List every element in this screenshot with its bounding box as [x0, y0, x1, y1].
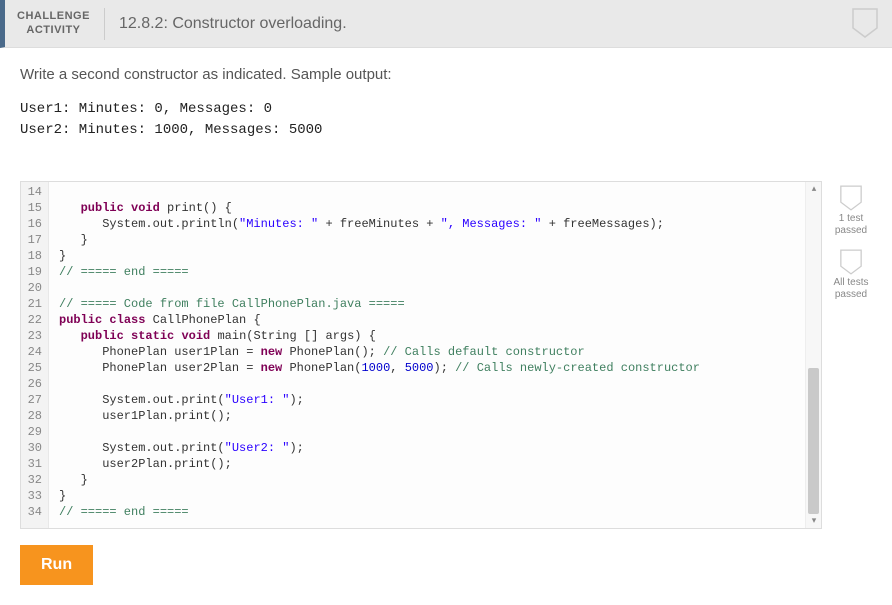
test-status-label: 1 test passed — [830, 213, 872, 237]
test-status-1: 1 test passed — [830, 185, 872, 237]
code-line[interactable]: // ===== end ===== — [59, 264, 821, 280]
code-line[interactable]: public void print() { — [59, 200, 821, 216]
challenge-label-line2: ACTIVITY — [26, 24, 80, 37]
challenge-label-line1: CHALLENGE — [17, 10, 90, 23]
scroll-thumb[interactable] — [808, 368, 819, 514]
code-line[interactable]: user1Plan.print(); — [59, 408, 821, 424]
test-status-column: 1 test passed All tests passed — [822, 181, 872, 309]
code-editor[interactable]: 1415161718192021222324252627282930313233… — [20, 181, 822, 529]
challenge-title: 12.8.2: Constructor overloading. — [105, 15, 347, 33]
test-status-label: All tests passed — [830, 277, 872, 301]
code-line[interactable] — [59, 376, 821, 392]
completion-badge — [852, 8, 878, 41]
shield-icon — [840, 249, 862, 275]
code-line[interactable]: } — [59, 472, 821, 488]
challenge-label: CHALLENGE ACTIVITY — [5, 8, 105, 40]
code-line[interactable]: // ===== Code from file CallPhonePlan.ja… — [59, 296, 821, 312]
line-gutter: 1415161718192021222324252627282930313233… — [21, 182, 49, 528]
instructions-text: Write a second constructor as indicated.… — [20, 66, 872, 83]
code-line[interactable]: public static void main(String [] args) … — [59, 328, 821, 344]
code-line[interactable]: PhonePlan user2Plan = new PhonePlan(1000… — [59, 360, 821, 376]
code-line[interactable]: } — [59, 232, 821, 248]
code-line[interactable]: user2Plan.print(); — [59, 456, 821, 472]
code-editor-viewport[interactable]: 1415161718192021222324252627282930313233… — [21, 182, 821, 528]
test-status-all: All tests passed — [830, 249, 872, 301]
challenge-header: CHALLENGE ACTIVITY 12.8.2: Constructor o… — [0, 0, 892, 48]
run-row: Run — [20, 545, 872, 585]
code-line[interactable]: System.out.print("User1: "); — [59, 392, 821, 408]
code-line[interactable] — [59, 280, 821, 296]
code-line[interactable]: // ===== end ===== — [59, 504, 821, 520]
run-button[interactable]: Run — [20, 545, 93, 585]
shield-icon — [852, 8, 878, 38]
code-line[interactable]: System.out.print("User2: "); — [59, 440, 821, 456]
code-area[interactable]: public void print() { System.out.println… — [49, 182, 821, 528]
scroll-up-arrow[interactable]: ▴ — [806, 182, 821, 196]
code-line[interactable]: public class CallPhonePlan { — [59, 312, 821, 328]
code-line[interactable]: } — [59, 488, 821, 504]
code-line[interactable]: } — [59, 248, 821, 264]
vertical-scrollbar[interactable]: ▴ ▾ — [805, 182, 821, 528]
code-line[interactable]: System.out.println("Minutes: " + freeMin… — [59, 216, 821, 232]
code-line[interactable] — [59, 424, 821, 440]
sample-output: User1: Minutes: 0, Messages: 0 User2: Mi… — [20, 99, 872, 141]
challenge-content: Write a second constructor as indicated.… — [0, 48, 892, 605]
code-line[interactable]: PhonePlan user1Plan = new PhonePlan(); /… — [59, 344, 821, 360]
scroll-down-arrow[interactable]: ▾ — [806, 514, 821, 528]
code-line[interactable] — [59, 184, 821, 200]
shield-icon — [840, 185, 862, 211]
workspace: 1415161718192021222324252627282930313233… — [20, 181, 872, 529]
